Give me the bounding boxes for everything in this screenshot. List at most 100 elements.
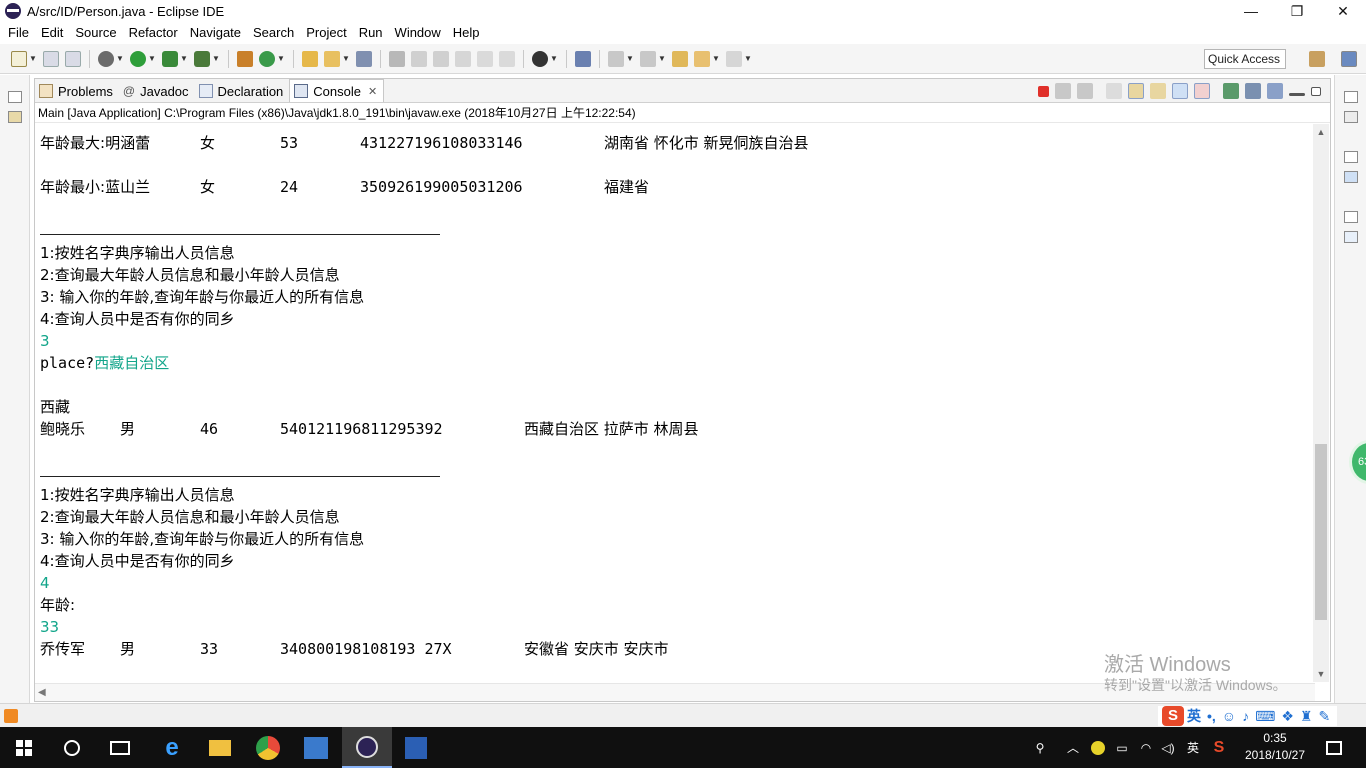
- external-tools-icon[interactable]: [194, 50, 210, 67]
- debug-dropdown-icon[interactable]: ▼: [116, 54, 124, 63]
- profile-dropdown-icon[interactable]: ▼: [550, 54, 558, 63]
- prev-annotation-dropdown-icon[interactable]: ▼: [658, 54, 666, 63]
- external-tools-dropdown-icon[interactable]: ▼: [212, 54, 220, 63]
- remove-all-terminated-icon[interactable]: [1077, 83, 1093, 99]
- new-class-icon[interactable]: [259, 50, 275, 67]
- taskbar-word[interactable]: [392, 727, 440, 768]
- sogou-icon[interactable]: S: [1162, 706, 1184, 726]
- scroll-left-icon[interactable]: ◀: [38, 684, 46, 702]
- menu-source[interactable]: Source: [69, 22, 122, 43]
- vertical-scrollbar[interactable]: ▲ ▼: [1313, 124, 1329, 682]
- terminate-icon[interactable]: [1038, 85, 1049, 97]
- display-console-icon[interactable]: [1245, 83, 1261, 99]
- word-wrap-icon[interactable]: [477, 50, 493, 67]
- pin-editor-icon[interactable]: [433, 50, 449, 67]
- new-dropdown-icon[interactable]: ▼: [29, 54, 37, 63]
- menu-window[interactable]: Window: [389, 22, 447, 43]
- tab-javadoc[interactable]: @ Javadoc: [119, 80, 195, 102]
- task-view-button[interactable]: [96, 727, 144, 768]
- menu-edit[interactable]: Edit: [35, 22, 69, 43]
- back-icon[interactable]: [694, 50, 710, 67]
- run-dropdown-icon[interactable]: ▼: [148, 54, 156, 63]
- menu-file[interactable]: File: [0, 22, 35, 43]
- tray-input-lang[interactable]: 英: [1182, 727, 1204, 768]
- word-wrap-icon[interactable]: [1150, 83, 1166, 99]
- new-class-dropdown-icon[interactable]: ▼: [277, 54, 285, 63]
- block-selection-icon[interactable]: [455, 50, 471, 67]
- new-java-project-icon[interactable]: [237, 50, 253, 67]
- start-button[interactable]: [0, 727, 48, 768]
- chevron-up-icon[interactable]: ︿: [1064, 727, 1082, 768]
- ime-punct[interactable]: •,: [1207, 708, 1216, 724]
- minimize-button[interactable]: —: [1228, 0, 1274, 22]
- open-perspective-icon[interactable]: [1309, 51, 1325, 67]
- toggle-mark-icon[interactable]: [411, 50, 427, 67]
- next-annotation-dropdown-icon[interactable]: ▼: [626, 54, 634, 63]
- new-icon[interactable]: [11, 50, 27, 67]
- sogou-tray-icon[interactable]: S: [1208, 727, 1230, 768]
- people-icon[interactable]: ⚲: [1028, 727, 1052, 768]
- security-icon[interactable]: [1088, 727, 1108, 768]
- scrollbar-thumb[interactable]: [1315, 444, 1327, 620]
- save-icon[interactable]: [43, 50, 59, 67]
- next-annotation-icon[interactable]: [608, 50, 624, 67]
- clear-console-icon[interactable]: [1106, 83, 1122, 99]
- restore-icon[interactable]: [8, 91, 22, 103]
- menu-project[interactable]: Project: [300, 22, 352, 43]
- settings-icon[interactable]: ✎: [1318, 708, 1330, 725]
- restore-icon[interactable]: [1344, 151, 1358, 163]
- show-on-stdout-icon[interactable]: [1172, 83, 1188, 99]
- debug-icon[interactable]: [98, 50, 114, 67]
- scroll-up-icon[interactable]: ▲: [1313, 124, 1329, 140]
- tab-declaration[interactable]: Declaration: [195, 80, 290, 102]
- volume-icon[interactable]: ◁): [1158, 727, 1178, 768]
- maximize-button[interactable]: ❐: [1274, 0, 1320, 22]
- console-output[interactable]: 年龄最大:明涵蕾 女 53 431227196108033146 湖南省 怀化市…: [35, 124, 1313, 682]
- open-type-icon[interactable]: [302, 50, 318, 67]
- search-dropdown-icon[interactable]: ▼: [342, 54, 350, 63]
- rss-icon[interactable]: [4, 709, 18, 723]
- run-icon[interactable]: [130, 50, 146, 67]
- open-task-icon[interactable]: [356, 50, 372, 67]
- last-edit-icon[interactable]: [672, 50, 688, 67]
- scroll-down-icon[interactable]: ▼: [1313, 666, 1329, 682]
- menu-run[interactable]: Run: [353, 22, 389, 43]
- search-icon[interactable]: [324, 50, 340, 67]
- annotation-icon[interactable]: [389, 50, 405, 67]
- mic-icon[interactable]: ♪: [1242, 708, 1249, 724]
- taskbar-eclipse[interactable]: [342, 727, 392, 768]
- prev-annotation-icon[interactable]: [640, 50, 656, 67]
- save-all-icon[interactable]: [65, 50, 81, 67]
- taskbar-app[interactable]: [292, 727, 340, 768]
- forward-icon[interactable]: [726, 50, 742, 67]
- search-button[interactable]: [48, 727, 96, 768]
- back-dropdown-icon[interactable]: ▼: [712, 54, 720, 63]
- clock[interactable]: 0:35 2018/10/27: [1232, 730, 1318, 764]
- outline-icon[interactable]: [1344, 171, 1358, 183]
- restore-icon[interactable]: [1344, 91, 1358, 103]
- ime-lang[interactable]: 英: [1187, 706, 1201, 726]
- close-button[interactable]: ✕: [1320, 0, 1366, 22]
- menu-refactor[interactable]: Refactor: [123, 22, 184, 43]
- taskbar-explorer[interactable]: [196, 727, 244, 768]
- tab-console[interactable]: Console ✕: [289, 79, 385, 102]
- coverage-icon[interactable]: [162, 50, 178, 67]
- show-whitespace-icon[interactable]: [499, 50, 515, 67]
- emoji-icon[interactable]: ☺: [1222, 708, 1236, 724]
- taskbar-browser[interactable]: [244, 727, 292, 768]
- close-icon[interactable]: ✕: [368, 85, 377, 98]
- menu-search[interactable]: Search: [247, 22, 300, 43]
- task-list-icon[interactable]: [1344, 111, 1358, 123]
- menu-navigate[interactable]: Navigate: [184, 22, 247, 43]
- profile-icon[interactable]: [532, 50, 548, 67]
- properties-icon[interactable]: [1344, 231, 1358, 243]
- scroll-lock-icon[interactable]: [1128, 83, 1144, 99]
- keyboard-icon[interactable]: ⌨: [1255, 708, 1275, 725]
- battery-icon[interactable]: ▭: [1112, 727, 1132, 768]
- java-perspective-icon[interactable]: [1341, 51, 1357, 67]
- open-console-icon[interactable]: [1267, 83, 1283, 99]
- skip-breakpoints-icon[interactable]: [575, 50, 591, 67]
- quick-access-field[interactable]: Quick Access: [1204, 49, 1286, 69]
- tab-problems[interactable]: Problems: [35, 80, 119, 102]
- remove-launch-icon[interactable]: [1055, 83, 1071, 99]
